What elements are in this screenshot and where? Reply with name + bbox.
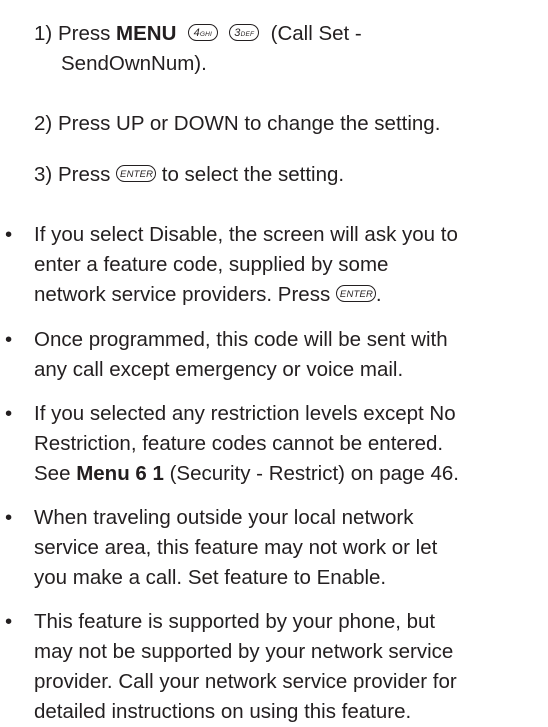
step-text: to select the setting.: [161, 163, 345, 186]
bullet-line: Restriction, feature codes cannot be ent…: [34, 432, 444, 455]
step-text: Press: [57, 163, 111, 186]
bullet-icon: •: [5, 223, 13, 246]
bullet-icon: •: [5, 402, 13, 425]
bullet-line: provider. Call your network service prov…: [34, 670, 457, 693]
bullet-line: may not be supported by your network ser…: [34, 640, 454, 663]
enter-key-icon: ENTER: [335, 285, 376, 303]
step-text: Press: [57, 22, 111, 45]
bullet-line: If you select Disable, the screen will a…: [34, 223, 458, 246]
bullet-line: enter a feature code, supplied by some: [34, 253, 389, 276]
bullet-icon: •: [5, 506, 13, 529]
bullet-line: If you selected any restriction levels e…: [34, 402, 456, 425]
bullet-line: This feature is supported by your phone,…: [34, 610, 436, 633]
bullet-icon: •: [5, 610, 13, 633]
bullet-line: any call except emergency or voice mail.: [34, 358, 404, 381]
bullet-line: service area, this feature may not work …: [34, 536, 438, 559]
keypad-3-icon: 3DEF: [229, 24, 260, 42]
step-number: 2): [34, 112, 53, 135]
step-number: 1): [34, 22, 53, 45]
step-continuation: SendOwnNum).: [61, 52, 207, 75]
bullet-line: See Menu 6 1 (Security - Restrict) on pa…: [34, 462, 460, 485]
step-number: 3): [34, 163, 53, 186]
bullet-line: detailed instructions on using this feat…: [34, 700, 412, 723]
bullet-line: When traveling outside your local networ…: [34, 506, 414, 529]
menu-key-label: MENU: [116, 22, 177, 45]
menu-reference: Menu 6 1: [76, 462, 164, 485]
step-text: Press UP or DOWN to change the setting.: [57, 112, 441, 135]
step-text: (Call Set -: [270, 22, 362, 45]
bullet-line: network service providers. Press ENTER.: [34, 283, 382, 306]
step-2: 2) Press UP or DOWN to change the settin…: [34, 109, 440, 139]
bullet-line: you make a call. Set feature to Enable.: [34, 566, 387, 589]
bullet-icon: •: [5, 328, 13, 351]
step-3: 3) Press ENTER to select the setting.: [34, 160, 344, 190]
keypad-4-icon: 4GHI: [187, 24, 218, 42]
manual-page: 1) Press MENU 4GHI 3DEF (Call Set - Send…: [0, 0, 548, 723]
bullet-line: Once programmed, this code will be sent …: [34, 328, 448, 351]
enter-key-icon: ENTER: [116, 165, 157, 183]
step-1: 1) Press MENU 4GHI 3DEF (Call Set - Send…: [34, 19, 362, 79]
